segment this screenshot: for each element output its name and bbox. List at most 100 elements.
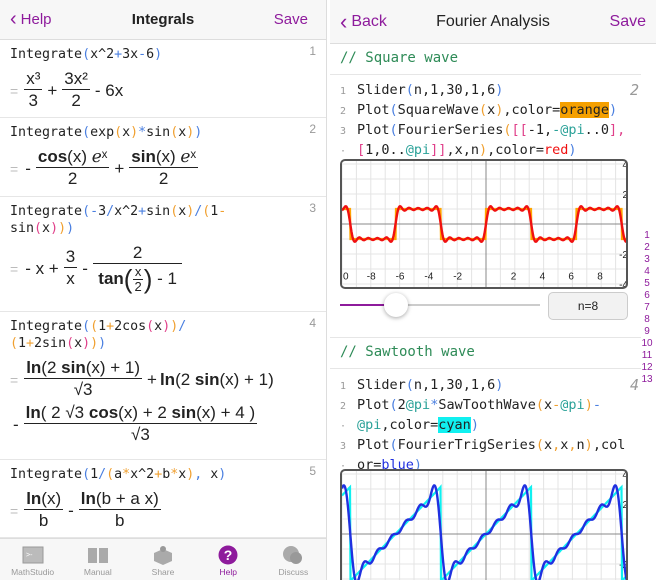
cell-index-item[interactable]: 1 — [638, 230, 656, 242]
cell-index-item[interactable]: 4 — [638, 266, 656, 278]
slider-knob[interactable] — [384, 293, 409, 317]
comment-sawtooth-wave[interactable]: // Sawtooth wave — [340, 344, 475, 360]
code-token: 2cos — [114, 319, 147, 334]
code-token: ) — [218, 467, 227, 482]
cell-code[interactable]: Integrate(1/(a*x^2+b*x), x) — [10, 466, 316, 483]
operator: - — [25, 158, 31, 178]
code-token: + — [106, 319, 115, 334]
denominator: 2 — [71, 91, 81, 110]
code-token: ( — [106, 467, 115, 482]
code-line: 2 Plot(2@pi*SawToothWave(x-@pi)- — [330, 396, 641, 416]
code-token: Plot — [357, 122, 390, 138]
cell-code[interactable]: Integrate(x^2+3x-6) — [10, 46, 316, 63]
cell-code[interactable]: Integrate(exp(x)*sin(x)) — [10, 124, 316, 141]
code-token: ) — [584, 437, 593, 453]
code-token: SquareWave — [397, 102, 479, 118]
cell-index-item[interactable]: 10 — [638, 338, 656, 350]
back-label: Help — [20, 11, 52, 28]
cell-index-item[interactable]: 13 — [638, 374, 656, 386]
code-token: Integrate — [10, 467, 83, 482]
tab-share[interactable]: Share — [130, 539, 195, 580]
tab-manual[interactable]: Manual — [65, 539, 130, 580]
denominator: x — [66, 269, 75, 288]
code-token: Slider — [357, 82, 406, 98]
code-line: 1 Slider(n,1,30,1,6) — [330, 376, 641, 396]
code-token: n,1,30,1,6 — [413, 377, 496, 393]
cell-index-item[interactable]: 6 — [638, 290, 656, 302]
chat-bubbles-icon — [283, 546, 303, 564]
code-token: - — [218, 204, 227, 219]
x-tick-label: -8 — [367, 272, 376, 283]
x-tick-label: -6 — [396, 272, 405, 283]
cell-index-item[interactable]: 7 — [638, 302, 656, 314]
code-token: / — [178, 319, 187, 334]
n-value-button[interactable]: n=8 — [548, 292, 628, 320]
code-line: 2 Plot(SquareWave(x),color=orange) — [330, 101, 641, 121]
code-token: ..0 — [584, 122, 610, 138]
square-wave-plot[interactable]: 0 -8 -6 -4 -2 2 4 6 8 4 2 -2 -4 — [340, 159, 628, 289]
code-token: , — [568, 437, 577, 453]
cell-code[interactable]: Integrate((1+2cos(x))/(1+2sin(x))) — [10, 318, 316, 352]
denominator: 2 — [158, 169, 169, 188]
back-button[interactable]: ‹ Back — [340, 9, 387, 35]
line-number: 1 — [340, 86, 347, 97]
code-token: x — [487, 102, 496, 118]
code-token: 3 — [98, 204, 107, 219]
cell-index-item[interactable]: 8 — [638, 314, 656, 326]
book-icon — [87, 548, 108, 563]
integral-cell-5[interactable]: Integrate(1/(a*x^2+b*x), x) 5 = ln(x) b -… — [0, 460, 326, 538]
code-token: - — [138, 47, 147, 62]
operator: + — [147, 369, 157, 389]
code-token: + — [26, 336, 35, 351]
sawtooth-wave-plot[interactable]: 42-2 — [340, 469, 628, 580]
cell-index-list: 1 2 3 4 5 6 7 8 9 10 11 12 13 — [638, 230, 656, 386]
cell-index-item[interactable]: 11 — [638, 350, 656, 362]
code-token: ( — [389, 397, 398, 413]
code-token: -1, — [527, 122, 553, 138]
square-wave-code[interactable]: 2 1 Slider(n,1,30,1,6) 2 Plot(SquareWave(x),… — [330, 81, 641, 161]
x-tick-label: -4 — [424, 272, 433, 283]
cell-index-item[interactable]: 5 — [638, 278, 656, 290]
code-token: sin — [10, 221, 35, 236]
help-back-button[interactable]: ‹ Help — [10, 8, 52, 31]
cell-index-item[interactable]: 9 — [638, 326, 656, 338]
x-tick-label: 4 — [540, 272, 546, 283]
code-token: ( — [82, 47, 91, 62]
tab-mathstudio[interactable]: >- MathStudio — [0, 539, 65, 580]
code-token: cyan — [438, 417, 471, 433]
operator: + — [114, 158, 125, 178]
code-token: ) — [568, 142, 577, 158]
code-token: ) — [162, 319, 171, 334]
code-token: 1 — [90, 467, 99, 482]
numerator: 3 — [63, 247, 78, 268]
integral-cell-3[interactable]: Integrate(-3/x^2+sin(x)/(1- sin(x))) 3 = … — [0, 197, 326, 312]
code-token: ( — [82, 467, 91, 482]
cell-index-item[interactable]: 2 — [638, 242, 656, 254]
tab-discuss[interactable]: Discuss — [261, 539, 326, 580]
code-token: [ — [357, 142, 366, 158]
svg-text:>-: >- — [26, 552, 33, 559]
cell-index-item[interactable]: 12 — [638, 362, 656, 374]
fourier-panel: ‹ Back Fourier Analysis Save // Square wa… — [330, 0, 656, 580]
cell-code[interactable]: Integrate(-3/x^2+sin(x)/(1- sin(x))) — [10, 203, 316, 237]
code-token: ( — [405, 82, 414, 98]
save-button[interactable]: Save — [274, 11, 308, 28]
code-token: ,color= — [381, 417, 439, 433]
save-button[interactable]: Save — [610, 13, 646, 31]
sawtooth-wave-code[interactable]: 4 1 Slider(n,1,30,1,6) 2 Plot(2@pi*SawToothW… — [330, 376, 641, 476]
tab-help[interactable]: ? Help — [196, 539, 261, 580]
n-slider[interactable] — [340, 293, 540, 317]
line-number: · — [340, 421, 347, 432]
code-token: ) — [50, 221, 59, 236]
numerator: ln(x) — [24, 489, 64, 510]
code-token: x — [544, 397, 553, 413]
code-token: Plot — [357, 397, 390, 413]
integral-cell-4[interactable]: Integrate((1+2cos(x))/(1+2sin(x))) 4 = l… — [0, 312, 326, 460]
integral-cell-1[interactable]: Integrate(x^2+3x-6) 1 = x³ 3 + 3x² 2 - 6x — [0, 40, 326, 118]
code-token: ,x,n — [446, 142, 479, 158]
comment-square-wave[interactable]: // Square wave — [340, 50, 458, 66]
cell-index-item[interactable]: 3 — [638, 254, 656, 266]
code-token: ) — [609, 102, 618, 118]
chevron-left-icon: ‹ — [10, 8, 17, 30]
integral-cell-2[interactable]: Integrate(exp(x)*sin(x)) 2 = - cos(x) ℯˣ… — [0, 118, 326, 197]
